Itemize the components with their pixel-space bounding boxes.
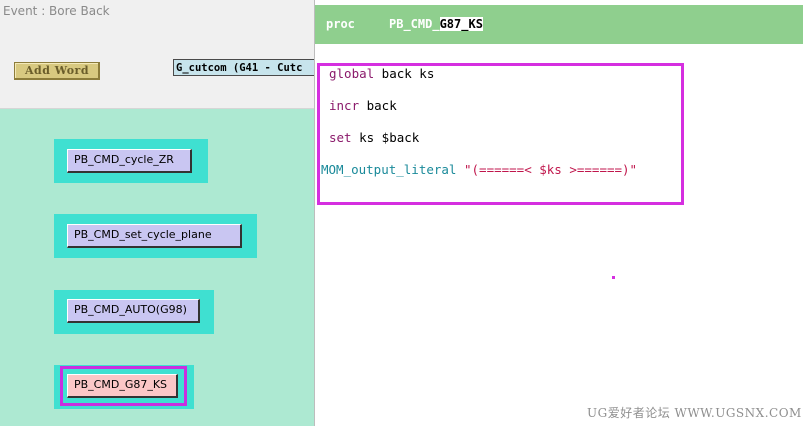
node-button-cycle-zr[interactable]: PB_CMD_cycle_ZR (67, 149, 192, 173)
proc-name-suffix[interactable]: G87_KS (439, 17, 483, 31)
add-word-button[interactable]: Add Word (14, 62, 100, 80)
node-button-set-cycle-plane[interactable]: PB_CMD_set_cycle_plane (67, 224, 242, 248)
cutcom-select[interactable]: G_cutcom (G41 - Cutc (173, 59, 315, 76)
watermark: UG爱好者论坛 WWW.UGSNX.COM (587, 406, 802, 420)
proc-keyword: proc (326, 17, 355, 31)
node-button-g87-ks[interactable]: PB_CMD_G87_KS (67, 374, 178, 398)
header-strip (315, 0, 803, 5)
event-panel: Event : Bore Back Add Word G_cutcom (G41… (0, 0, 315, 426)
proc-name-field[interactable]: PB_CMD_G87_KS (389, 17, 483, 31)
event-toolbar: Event : Bore Back Add Word G_cutcom (G41… (0, 0, 315, 109)
code-highlight-box (317, 63, 684, 205)
annotation-dot (612, 276, 615, 279)
node-button-auto-g98[interactable]: PB_CMD_AUTO(G98) (67, 299, 200, 323)
window-title: Event : Bore Back (3, 4, 110, 18)
proc-name-prefix: PB_CMD_ (389, 17, 440, 31)
